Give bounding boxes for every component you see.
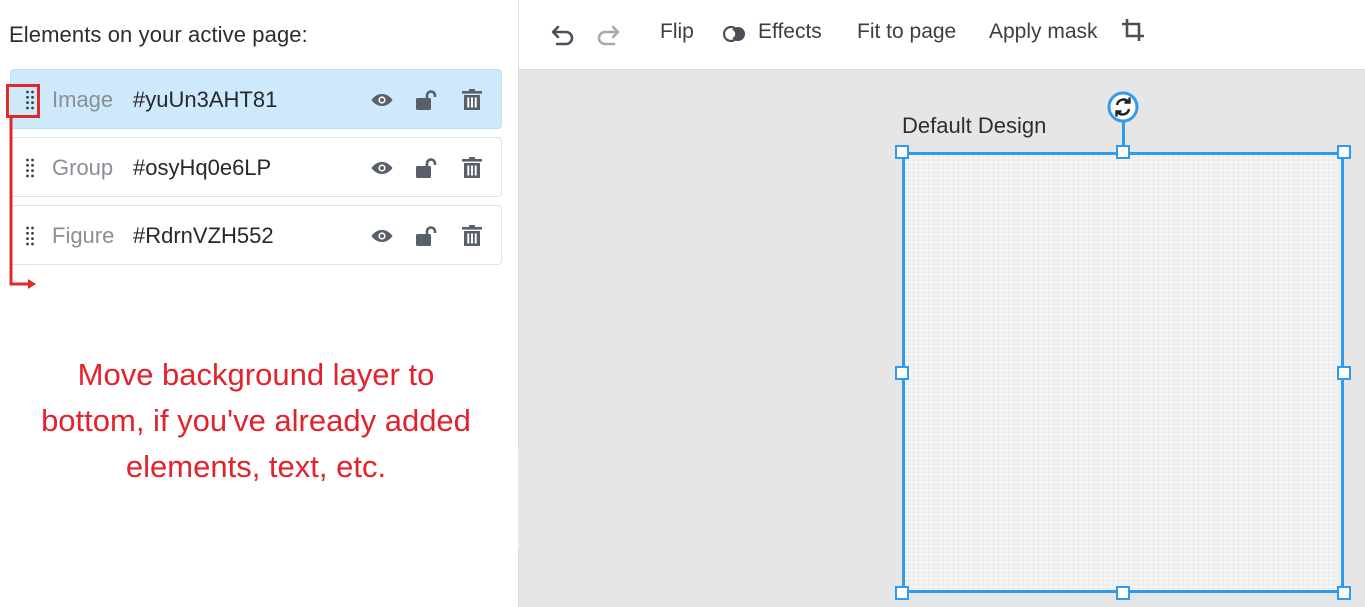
resize-handle-bottom[interactable] <box>1116 586 1130 600</box>
trash-icon[interactable] <box>460 156 484 180</box>
layer-id: #RdrnVZH552 <box>133 223 274 248</box>
resize-handle-bottom-left[interactable] <box>895 586 909 600</box>
layers-panel: Elements on your active page: Image #yuU… <box>0 0 518 607</box>
layer-id: #osyHq0e6LP <box>133 155 272 180</box>
unlock-icon[interactable] <box>414 224 438 248</box>
resize-handle-left[interactable] <box>895 366 909 380</box>
unlock-icon[interactable] <box>414 156 438 180</box>
eye-icon[interactable] <box>370 224 394 248</box>
resize-handle-top-left[interactable] <box>895 145 909 159</box>
redo-icon[interactable] <box>595 21 621 47</box>
layer-type: Image <box>52 87 114 112</box>
crop-icon[interactable] <box>1120 17 1146 43</box>
rotate-icon[interactable] <box>1107 91 1139 123</box>
toolbar: Flip Effects Fit to page Apply mask <box>519 0 1365 70</box>
resize-handle-top-right[interactable] <box>1337 145 1351 159</box>
annotation-text: Move background layer to bottom, if you'… <box>41 357 471 484</box>
resize-handle-top[interactable] <box>1116 145 1130 159</box>
layer-type: Figure <box>52 223 115 248</box>
effects-button[interactable]: Effects <box>758 20 822 44</box>
trash-icon[interactable] <box>460 88 484 112</box>
resize-handle-bottom-right[interactable] <box>1337 586 1351 600</box>
layer-row-group[interactable]: Group #osyHq0e6LP <box>10 137 502 197</box>
eye-icon[interactable] <box>370 156 394 180</box>
layer-id: #yuUn3AHT81 <box>133 87 278 112</box>
resize-handle-right[interactable] <box>1337 366 1351 380</box>
layer-row-image[interactable]: Image #yuUn3AHT81 <box>10 69 502 129</box>
eye-icon[interactable] <box>370 88 394 112</box>
layer-type: Group <box>52 155 114 180</box>
trash-icon[interactable] <box>460 224 484 248</box>
fit-to-page-button[interactable]: Fit to page <box>857 20 956 44</box>
selection-box[interactable] <box>902 152 1344 593</box>
effects-icon[interactable] <box>723 25 747 43</box>
unlock-icon[interactable] <box>414 88 438 112</box>
design-label: Default Design <box>902 113 1047 138</box>
undo-icon[interactable] <box>550 21 576 47</box>
layer-row-figure[interactable]: Figure #RdrnVZH552 <box>10 205 502 265</box>
annotation-arrow-icon <box>9 118 36 289</box>
apply-mask-button[interactable]: Apply mask <box>989 20 1098 44</box>
flip-button[interactable]: Flip <box>660 20 694 44</box>
